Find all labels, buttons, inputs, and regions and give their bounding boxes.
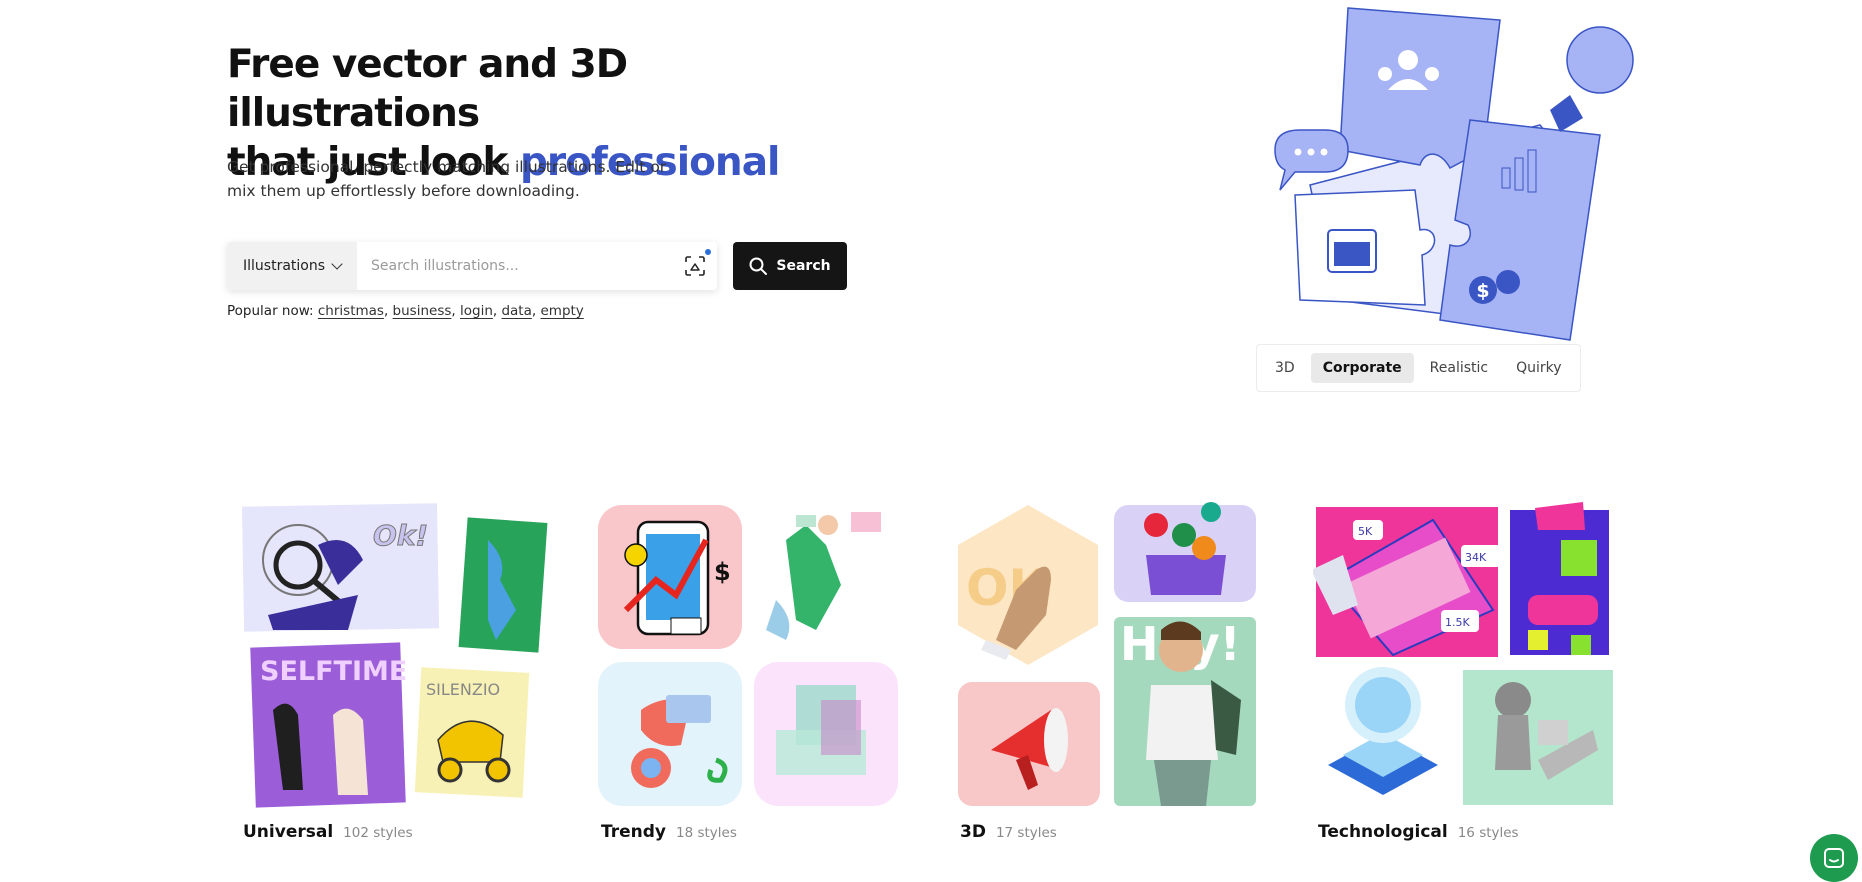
silenzio-text: SILENZIO <box>426 680 500 699</box>
image-search-button[interactable] <box>673 242 717 290</box>
category-card-technological[interactable]: 5K 34K 1.5K <box>1313 500 1623 810</box>
popular-searches: Popular now: christmas, business, login,… <box>227 303 584 319</box>
chat-icon <box>1824 848 1844 868</box>
likes-count-text: 1.5K <box>1445 616 1470 629</box>
chat-widget-button[interactable] <box>1810 834 1858 882</box>
category-count: 17 styles <box>995 825 1057 841</box>
hero-subtitle: Get professional, perfectly matching ill… <box>227 158 667 200</box>
search-row: Illustrations Search <box>227 242 847 290</box>
popular-tag-empty[interactable]: empty <box>540 303 583 319</box>
tab-quirky[interactable]: Quirky <box>1504 353 1573 383</box>
category-label-3d: 3D 17 styles <box>960 822 1057 842</box>
asset-type-label: Illustrations <box>243 258 326 274</box>
search-button[interactable]: Search <box>733 242 847 290</box>
selftime-text: SELFTIME <box>260 656 407 687</box>
popular-tag-login[interactable]: login <box>460 303 493 319</box>
popular-tag-christmas[interactable]: christmas <box>318 303 384 319</box>
views-count-text: 34K <box>1465 551 1487 564</box>
category-card-trendy[interactable]: $ <box>596 500 906 810</box>
style-tabs: 3D Corporate Realistic Quirky <box>1256 344 1581 392</box>
asset-type-dropdown[interactable]: Illustrations <box>227 242 358 290</box>
category-count: 16 styles <box>1457 825 1519 841</box>
category-card-universal[interactable]: Ok! SELFTIME SILENZIO <box>238 500 548 810</box>
tab-corporate[interactable]: Corporate <box>1310 353 1414 383</box>
category-name[interactable]: Technological <box>1318 822 1448 842</box>
popular-tag-data[interactable]: data <box>501 303 531 319</box>
popular-tag-business[interactable]: business <box>393 303 452 319</box>
category-label-trendy: Trendy 18 styles <box>601 822 737 842</box>
tab-3d[interactable]: 3D <box>1263 353 1307 383</box>
tab-realistic[interactable]: Realistic <box>1418 353 1500 383</box>
search-icon <box>749 257 768 275</box>
search-button-label: Search <box>776 258 831 274</box>
ok-sticker-text: Ok! <box>373 519 428 552</box>
svg-text:$: $ <box>714 558 731 586</box>
comments-count-text: 5K <box>1358 525 1373 538</box>
category-name[interactable]: Trendy <box>601 822 666 842</box>
category-card-3d[interactable]: OK Hey! <box>956 500 1266 810</box>
new-feature-dot <box>705 249 711 255</box>
category-label-universal: Universal 102 styles <box>243 822 413 842</box>
chip-illustration <box>1328 667 1438 795</box>
title-line-1: Free vector and 3D illustrations <box>227 42 628 136</box>
category-count: 18 styles <box>676 825 737 841</box>
search-input[interactable] <box>357 242 673 290</box>
search-box: Illustrations <box>227 242 717 290</box>
image-scan-icon <box>685 256 705 276</box>
hero-illustration: $ <box>1274 7 1634 341</box>
category-name[interactable]: 3D <box>960 822 986 842</box>
popular-label: Popular now: <box>227 303 318 319</box>
category-count: 102 styles <box>343 825 413 841</box>
category-label-technological: Technological 16 styles <box>1318 822 1519 842</box>
chevron-down-icon <box>331 258 343 270</box>
svg-text:$: $ <box>1476 280 1489 302</box>
category-name[interactable]: Universal <box>243 822 333 842</box>
